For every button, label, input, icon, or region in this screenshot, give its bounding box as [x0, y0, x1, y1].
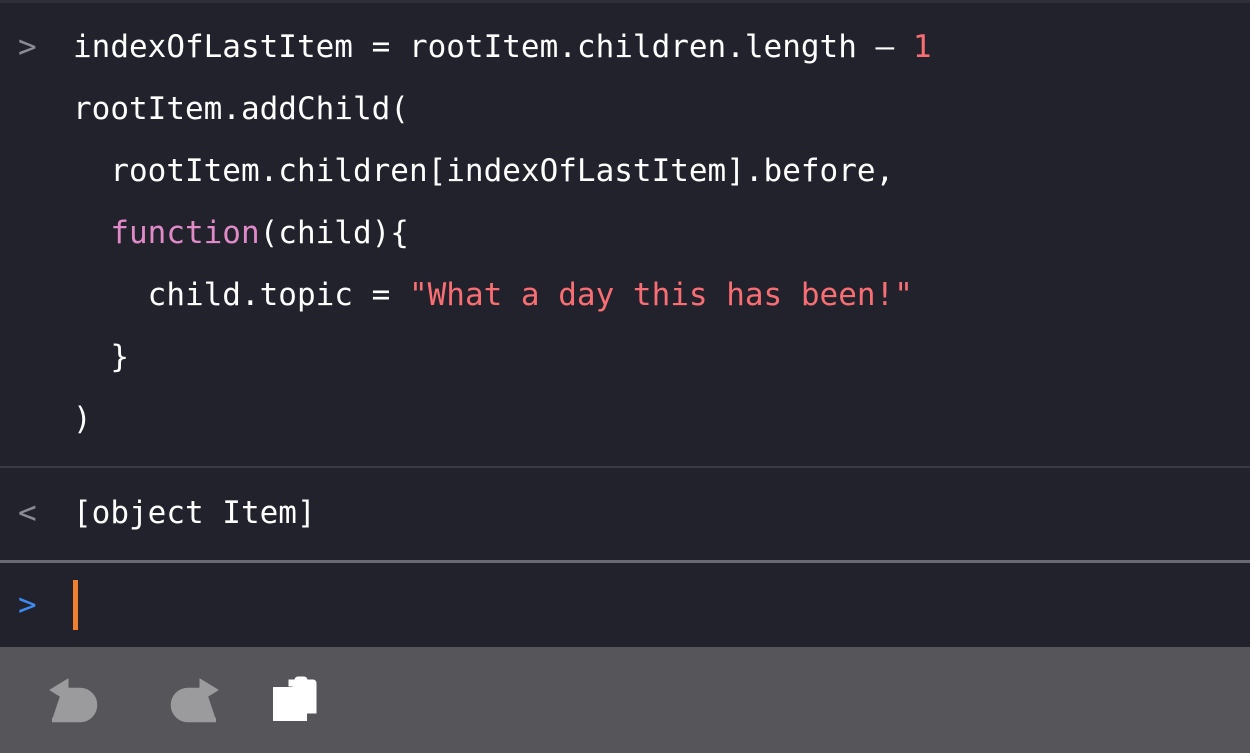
code-token: child.topic =	[73, 277, 409, 313]
code-token: rootItem.addChild(	[73, 91, 409, 127]
console-input-field[interactable]	[73, 563, 1250, 647]
code-line: child.topic = "What a day this has been!…	[73, 264, 1250, 326]
console-input-entry[interactable]: > indexOfLastItem = rootItem.children.le…	[0, 3, 1250, 466]
code-token: indexOfLastItem = rootItem.children.leng…	[73, 29, 913, 65]
active-prompt-marker: >	[0, 563, 73, 647]
undo-button[interactable]	[42, 662, 118, 738]
copy-icon	[267, 671, 325, 729]
code-token: "What a day this has been!"	[409, 277, 913, 313]
code-line: function(child){	[73, 202, 1250, 264]
code-line: indexOfLastItem = rootItem.children.leng…	[73, 16, 1250, 78]
code-token: 1	[913, 29, 932, 65]
undo-icon	[48, 676, 112, 724]
output-marker: <	[0, 482, 73, 544]
code-line: )	[73, 388, 1250, 450]
output-value: [object Item]	[73, 482, 1250, 544]
code-line: rootItem.addChild(	[73, 78, 1250, 140]
copy-button[interactable]	[258, 662, 334, 738]
code-token: rootItem.children[indexOfLastItem].befor…	[73, 153, 894, 189]
code-line: rootItem.children[indexOfLastItem].befor…	[73, 140, 1250, 202]
bottom-toolbar	[0, 647, 1250, 753]
code-token: )	[73, 401, 92, 437]
redo-button[interactable]	[150, 662, 226, 738]
code-token: (child){	[260, 215, 409, 251]
text-caret	[73, 580, 78, 630]
submitted-code: indexOfLastItem = rootItem.children.leng…	[73, 16, 1250, 450]
input-marker: >	[0, 16, 73, 78]
console-output-entry: < [object Item]	[0, 466, 1250, 560]
code-token: }	[73, 339, 129, 375]
console-prompt-row[interactable]: >	[0, 560, 1250, 647]
code-token	[73, 215, 110, 251]
redo-icon	[156, 676, 220, 724]
code-token: function	[110, 215, 259, 251]
code-line: }	[73, 326, 1250, 388]
javascript-console: > indexOfLastItem = rootItem.children.le…	[0, 0, 1250, 749]
console-log: > indexOfLastItem = rootItem.children.le…	[0, 3, 1250, 560]
